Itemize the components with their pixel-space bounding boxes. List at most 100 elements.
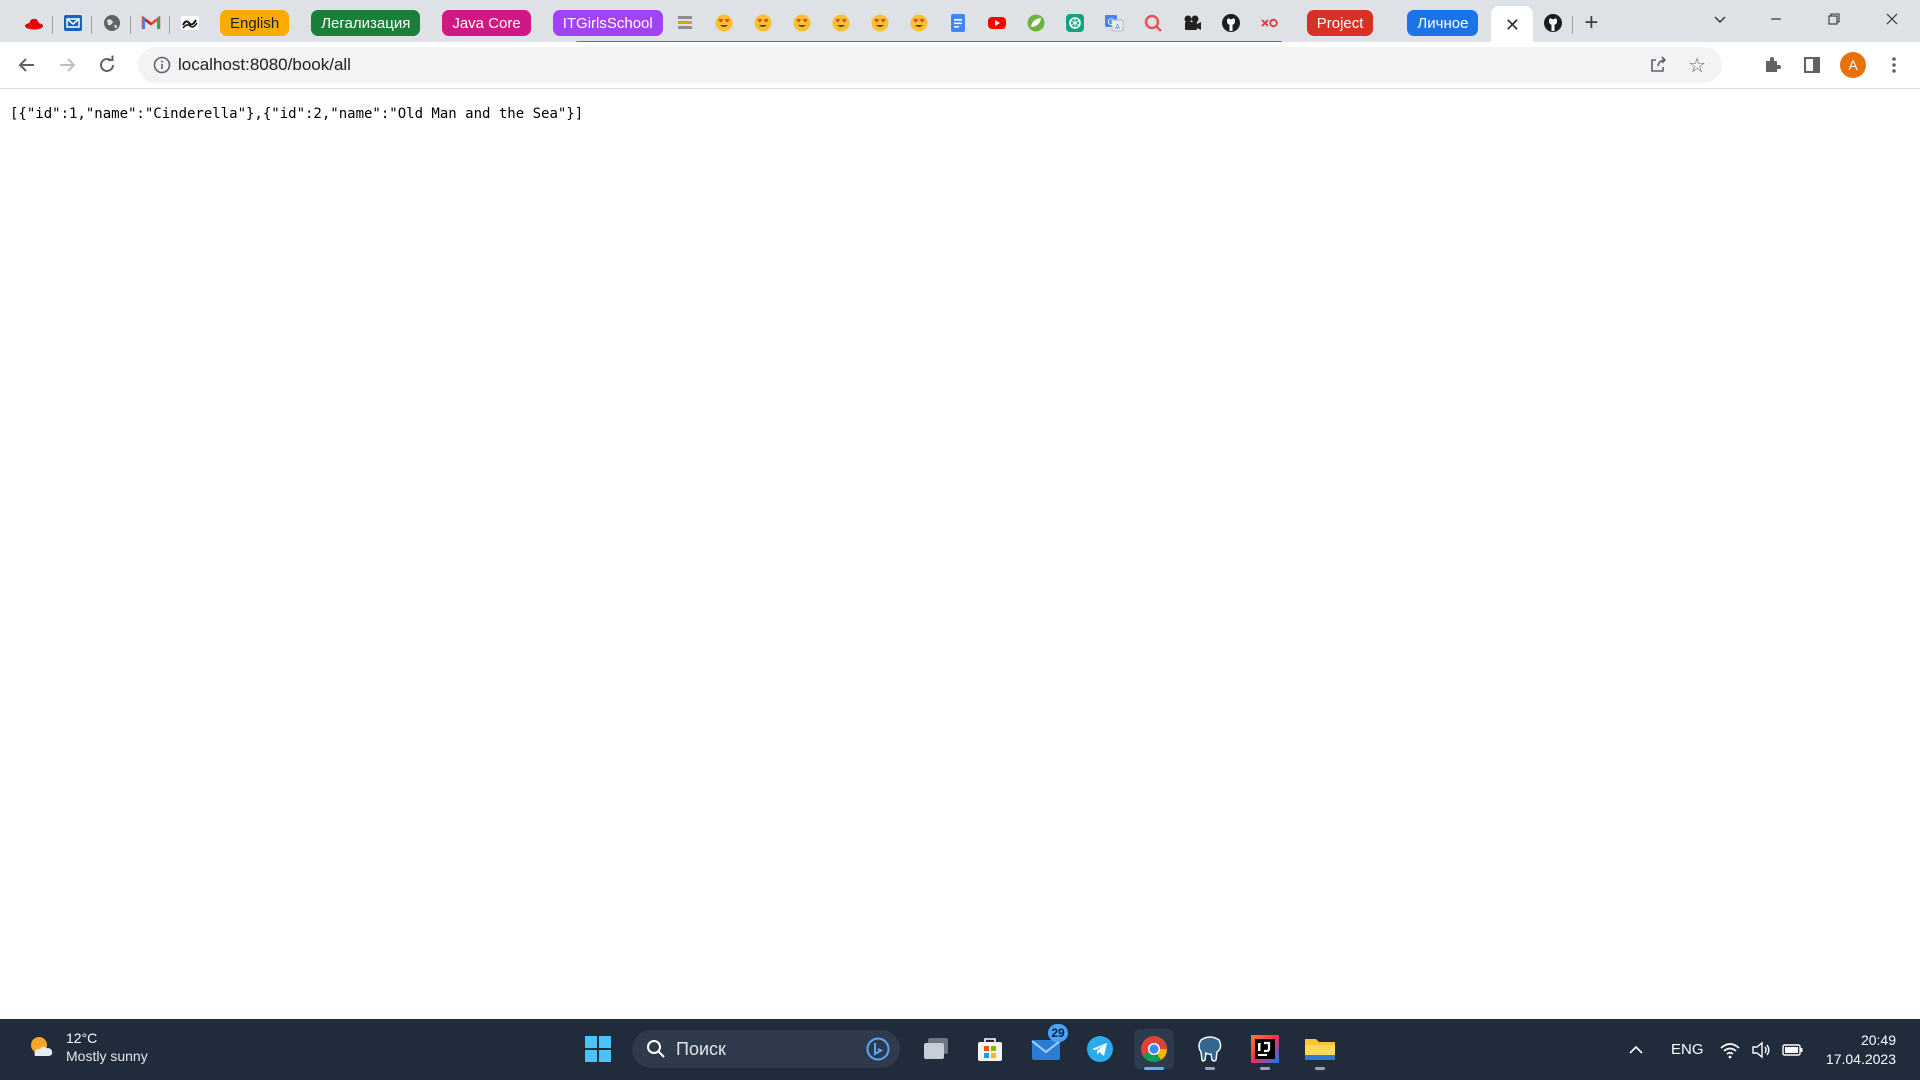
start-button[interactable] bbox=[578, 1029, 618, 1069]
tab-group-personal[interactable]: Личное bbox=[1404, 6, 1481, 46]
telegram-icon bbox=[1087, 1036, 1113, 1062]
tab-mail[interactable] bbox=[53, 6, 92, 40]
mail-icon bbox=[63, 13, 83, 33]
translate-icon: GA bbox=[1104, 13, 1124, 33]
tab-wave[interactable] bbox=[170, 6, 209, 40]
heart-eyes-emoji-icon bbox=[870, 13, 890, 33]
taskbar-explorer[interactable] bbox=[1300, 1029, 1340, 1070]
tab-emoji-4[interactable] bbox=[822, 6, 861, 40]
xo-icon bbox=[1260, 13, 1280, 33]
tab-emoji-3[interactable] bbox=[783, 6, 822, 40]
taskbar-task-view[interactable] bbox=[916, 1029, 956, 1069]
clock-date: 17.04.2023 bbox=[1825, 1051, 1896, 1067]
tab-globe[interactable] bbox=[92, 6, 131, 40]
browser-menu-button[interactable] bbox=[1878, 49, 1910, 81]
speaker-icon bbox=[1752, 1041, 1770, 1058]
restore-button[interactable] bbox=[1806, 0, 1862, 38]
tab-film[interactable] bbox=[1173, 6, 1212, 40]
volume-control[interactable] bbox=[1751, 1019, 1771, 1080]
minimize-button[interactable] bbox=[1748, 0, 1804, 38]
battery-status[interactable] bbox=[1782, 1019, 1804, 1080]
tab-search-button[interactable] bbox=[1692, 0, 1748, 38]
kebab-menu-icon bbox=[1892, 57, 1896, 73]
network-status[interactable] bbox=[1720, 1019, 1740, 1080]
red-hat-icon bbox=[24, 13, 44, 33]
tab-group-label: Легализация bbox=[311, 10, 421, 36]
taskbar-telegram[interactable] bbox=[1080, 1029, 1120, 1069]
itgirlsschool-group-tabs: GA bbox=[575, 6, 1290, 44]
tab-docs[interactable] bbox=[939, 6, 978, 40]
share-icon[interactable] bbox=[1648, 55, 1668, 75]
partly-sunny-icon bbox=[31, 1037, 53, 1056]
taskbar-mail[interactable]: 29 bbox=[1026, 1024, 1068, 1069]
address-bar[interactable]: localhost:8080/book/all ☆ bbox=[138, 47, 1722, 83]
active-tab[interactable]: ✕ bbox=[1491, 6, 1534, 44]
svg-text:G: G bbox=[1108, 18, 1115, 28]
tab-emoji-6[interactable] bbox=[900, 6, 939, 40]
taskbar-store[interactable] bbox=[970, 1029, 1010, 1069]
mail-unread-badge: 29 bbox=[1048, 1024, 1068, 1042]
tab-separator bbox=[1572, 16, 1574, 34]
postgresql-elephant-icon bbox=[1198, 1036, 1222, 1062]
tab-gmail[interactable] bbox=[131, 6, 170, 40]
back-button[interactable] bbox=[11, 49, 43, 81]
weather-condition: Mostly sunny bbox=[66, 1048, 148, 1064]
language-indicator[interactable]: ENG bbox=[1671, 1019, 1704, 1080]
url-text[interactable]: localhost:8080/book/all bbox=[178, 55, 351, 75]
reload-button[interactable] bbox=[91, 49, 123, 81]
close-icon bbox=[1886, 13, 1898, 25]
spring-leaf-icon bbox=[1026, 13, 1046, 33]
side-panel-button[interactable] bbox=[1796, 49, 1828, 81]
tab-group-legalization[interactable]: Легализация bbox=[308, 6, 423, 46]
system-clock[interactable]: 20:49 17.04.2023 bbox=[1826, 1031, 1896, 1069]
tab-translate[interactable]: GA bbox=[1095, 6, 1134, 40]
extensions-button[interactable] bbox=[1756, 49, 1788, 81]
tab-group-english[interactable]: English bbox=[217, 6, 292, 46]
tray-overflow-button[interactable] bbox=[1628, 1019, 1644, 1080]
tab-group-itgirlsschool[interactable]: ITGirlsSchool bbox=[550, 6, 666, 40]
tab-group-label: English bbox=[220, 10, 290, 36]
profile-avatar[interactable]: A bbox=[1840, 52, 1866, 78]
running-indicator bbox=[1315, 1067, 1325, 1070]
tab-github-2[interactable] bbox=[1533, 6, 1574, 40]
tab-group-java-core[interactable]: Java Core bbox=[439, 6, 533, 46]
tab-group-label: Project bbox=[1306, 10, 1374, 36]
tab-emoji-1[interactable] bbox=[705, 6, 744, 40]
site-info-icon[interactable] bbox=[152, 55, 172, 75]
tab-list[interactable] bbox=[666, 6, 705, 40]
docs-icon bbox=[948, 13, 968, 33]
tab-emoji-2[interactable] bbox=[744, 6, 783, 40]
tab-youtube[interactable] bbox=[978, 6, 1017, 40]
heart-eyes-emoji-icon bbox=[909, 13, 929, 33]
tab-emoji-5[interactable] bbox=[861, 6, 900, 40]
weather-widget[interactable]: 12°C Mostly sunny bbox=[26, 1029, 148, 1065]
minimize-icon bbox=[1771, 18, 1781, 20]
tab-search[interactable] bbox=[1134, 6, 1173, 40]
heart-eyes-emoji-icon bbox=[753, 13, 773, 33]
forward-button[interactable] bbox=[51, 49, 83, 81]
taskbar-postgres[interactable] bbox=[1190, 1029, 1230, 1070]
weather-text: 12°C Mostly sunny bbox=[66, 1029, 148, 1065]
tab-github[interactable] bbox=[1212, 6, 1251, 40]
taskbar-chrome[interactable] bbox=[1134, 1029, 1174, 1070]
tab-group-project[interactable]: Project bbox=[1304, 6, 1377, 46]
taskbar-intellij[interactable] bbox=[1245, 1029, 1285, 1070]
tab-strip: English Легализация Java Core ITGirlsSch… bbox=[0, 0, 1920, 46]
close-icon[interactable]: ✕ bbox=[1505, 15, 1520, 36]
folder-icon bbox=[1305, 1039, 1335, 1060]
tab-xo[interactable] bbox=[1251, 6, 1290, 40]
heart-eyes-emoji-icon bbox=[831, 13, 851, 33]
taskbar-search[interactable]: Поиск bbox=[632, 1030, 900, 1068]
running-indicator bbox=[1144, 1067, 1164, 1070]
github-icon bbox=[1543, 13, 1563, 33]
new-tab-button[interactable]: + bbox=[1573, 6, 1609, 40]
tab-spring[interactable] bbox=[1017, 6, 1056, 40]
close-window-button[interactable] bbox=[1864, 0, 1920, 38]
puzzle-icon bbox=[1766, 57, 1781, 72]
tab-chatgpt[interactable] bbox=[1056, 6, 1095, 40]
tab-red-hat[interactable] bbox=[14, 6, 53, 40]
bookmark-star-icon[interactable]: ☆ bbox=[1688, 53, 1706, 78]
tab-group-label: Личное bbox=[1407, 10, 1479, 36]
tab-group-label: ITGirlsSchool bbox=[552, 10, 663, 36]
intellij-idea-icon bbox=[1251, 1035, 1279, 1063]
